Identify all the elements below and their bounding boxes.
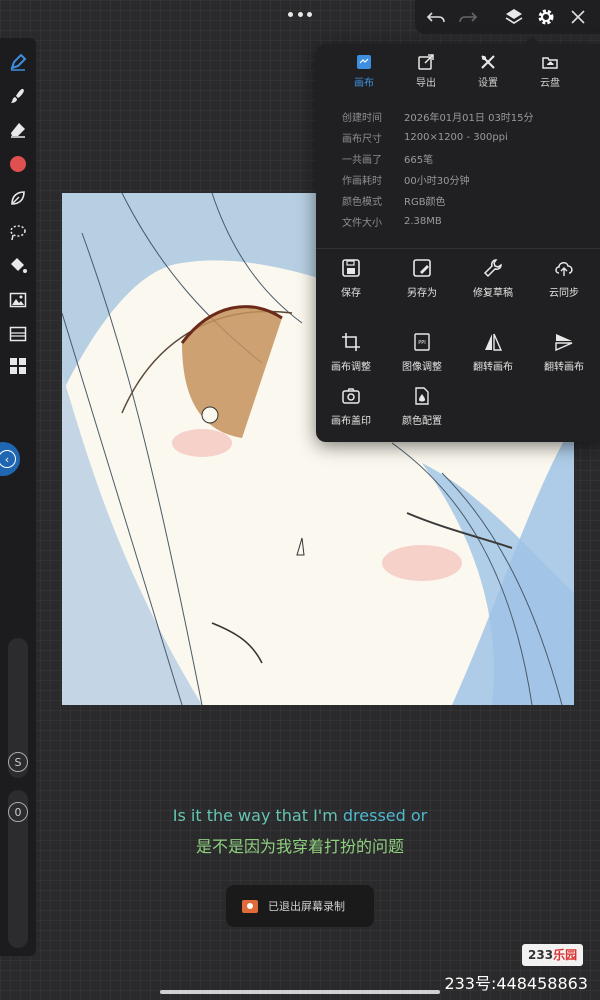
- panel-divider: [316, 248, 600, 249]
- undo-icon[interactable]: [425, 6, 447, 28]
- tab-settings[interactable]: 设置: [458, 54, 518, 89]
- lasso-select-icon[interactable]: [8, 222, 28, 242]
- redo-icon[interactable]: [457, 6, 479, 28]
- canvas-icon: [357, 55, 371, 69]
- image-import-icon[interactable]: [8, 290, 28, 310]
- logo-number: 233: [528, 948, 554, 962]
- canvas-menu-panel: 画布 导出 设置 云盘 创建时间 2026年01月01日 03时15分 画布尺寸 1…: [316, 36, 600, 442]
- flip-horizontal-button[interactable]: 翻转画布: [458, 332, 528, 373]
- save-as-button[interactable]: 另存为: [387, 258, 457, 299]
- fill-bucket-icon[interactable]: [8, 256, 28, 276]
- pen-tool-icon[interactable]: [8, 52, 28, 72]
- close-icon[interactable]: [567, 6, 589, 28]
- color-profile-button[interactable]: 颜色配置: [387, 386, 457, 427]
- export-icon: [418, 54, 434, 70]
- layers-icon[interactable]: [503, 6, 525, 28]
- layout-grid-icon[interactable]: [8, 356, 28, 376]
- tab-export[interactable]: 导出: [396, 54, 456, 89]
- color-picker-icon[interactable]: [8, 154, 28, 174]
- cloud-folder-icon: [542, 57, 558, 69]
- subtitle-english-part2: dressed or: [342, 806, 428, 825]
- color-profile-label: 颜色配置: [402, 416, 442, 427]
- settings-tools-icon: [481, 55, 495, 69]
- subtitle-english: Is it the way that I'm dressed or: [0, 806, 600, 825]
- svg-text:PPI: PPI: [418, 340, 426, 346]
- tab-cloud-drive[interactable]: 云盘: [520, 54, 580, 89]
- more-options-dots[interactable]: [288, 6, 312, 22]
- save-as-icon: [413, 259, 431, 277]
- tab-export-label: 导出: [416, 78, 436, 89]
- filter-adjust-icon[interactable]: [8, 324, 28, 344]
- color-profile-icon: [415, 387, 429, 405]
- cloud-sync-button[interactable]: 云同步: [529, 258, 599, 299]
- ppi-icon: PPI: [414, 333, 430, 351]
- smudge-leaf-icon[interactable]: [8, 188, 28, 208]
- info-color-mode: 颜色模式 RGB颜色: [342, 197, 446, 208]
- repair-draft-label: 修复草稿: [473, 288, 513, 299]
- watermark-id: 233号:448458863: [444, 974, 588, 993]
- info-created-time: 创建时间 2026年01月01日 03时15分: [342, 113, 534, 124]
- toast-text: 已退出屏幕录制: [268, 900, 345, 913]
- home-indicator[interactable]: [160, 990, 440, 994]
- gear-icon[interactable]: [535, 6, 557, 28]
- info-stroke-count: 一共画了 665笔: [342, 155, 434, 166]
- cloud-sync-icon: [555, 262, 573, 276]
- canvas-adjust-button[interactable]: 画布调整: [316, 332, 386, 373]
- subtitle-chinese: 是不是因为我穿着打扮的问题: [195, 837, 404, 856]
- cloud-sync-label: 云同步: [549, 288, 579, 299]
- tab-cloud-drive-label: 云盘: [540, 78, 560, 89]
- eraser-tool-icon[interactable]: [8, 120, 28, 140]
- save-icon: [342, 259, 360, 277]
- crop-icon: [342, 333, 360, 351]
- canvas-stamp-button[interactable]: 画布盖印: [316, 386, 386, 427]
- camera-stamp-icon: [342, 388, 360, 404]
- logo-text: 乐园: [553, 948, 578, 962]
- tab-canvas[interactable]: 画布: [334, 54, 394, 89]
- save-label: 保存: [341, 288, 361, 299]
- subtitle-english-part1: Is it the way that I'm: [172, 806, 343, 825]
- save-as-label: 另存为: [407, 288, 437, 299]
- canvas-stamp-label: 画布盖印: [331, 416, 371, 427]
- image-adjust-button[interactable]: PPI 图像调整: [387, 332, 457, 373]
- info-time-spent: 作画耗时 00小时30分钟: [342, 176, 470, 187]
- tab-canvas-label: 画布: [354, 78, 374, 89]
- collapse-left-icon[interactable]: ‹: [0, 442, 20, 476]
- info-canvas-size: 画布尺寸 1200×1200 - 300ppi: [342, 132, 508, 145]
- repair-draft-button[interactable]: 修复草稿: [458, 258, 528, 299]
- canvas-adjust-label: 画布调整: [331, 362, 371, 373]
- site-logo: 233乐园: [522, 944, 584, 966]
- wrench-icon: [483, 259, 502, 278]
- info-file-size: 文件大小 2.38MB: [342, 216, 442, 229]
- flip-horizontal-label: 翻转画布: [473, 362, 513, 373]
- flip-vertical-label: 翻转画布: [544, 362, 584, 373]
- save-button[interactable]: 保存: [316, 258, 386, 299]
- top-controls-bar: [415, 0, 600, 34]
- flip-vertical-icon: [555, 334, 573, 352]
- tab-settings-label: 设置: [478, 78, 498, 89]
- flip-vertical-button[interactable]: 翻转画布: [529, 332, 599, 373]
- image-adjust-label: 图像调整: [402, 362, 442, 373]
- brush-size-indicator[interactable]: S: [8, 752, 28, 772]
- canvas-info-list: 创建时间 2026年01月01日 03时15分 画布尺寸 1200×1200 - 3…: [342, 106, 592, 232]
- flip-horizontal-icon: [485, 333, 503, 351]
- screen-record-icon: [242, 899, 258, 913]
- screen-record-toast: 已退出屏幕录制: [226, 885, 374, 927]
- brush-tool-icon[interactable]: [8, 86, 28, 106]
